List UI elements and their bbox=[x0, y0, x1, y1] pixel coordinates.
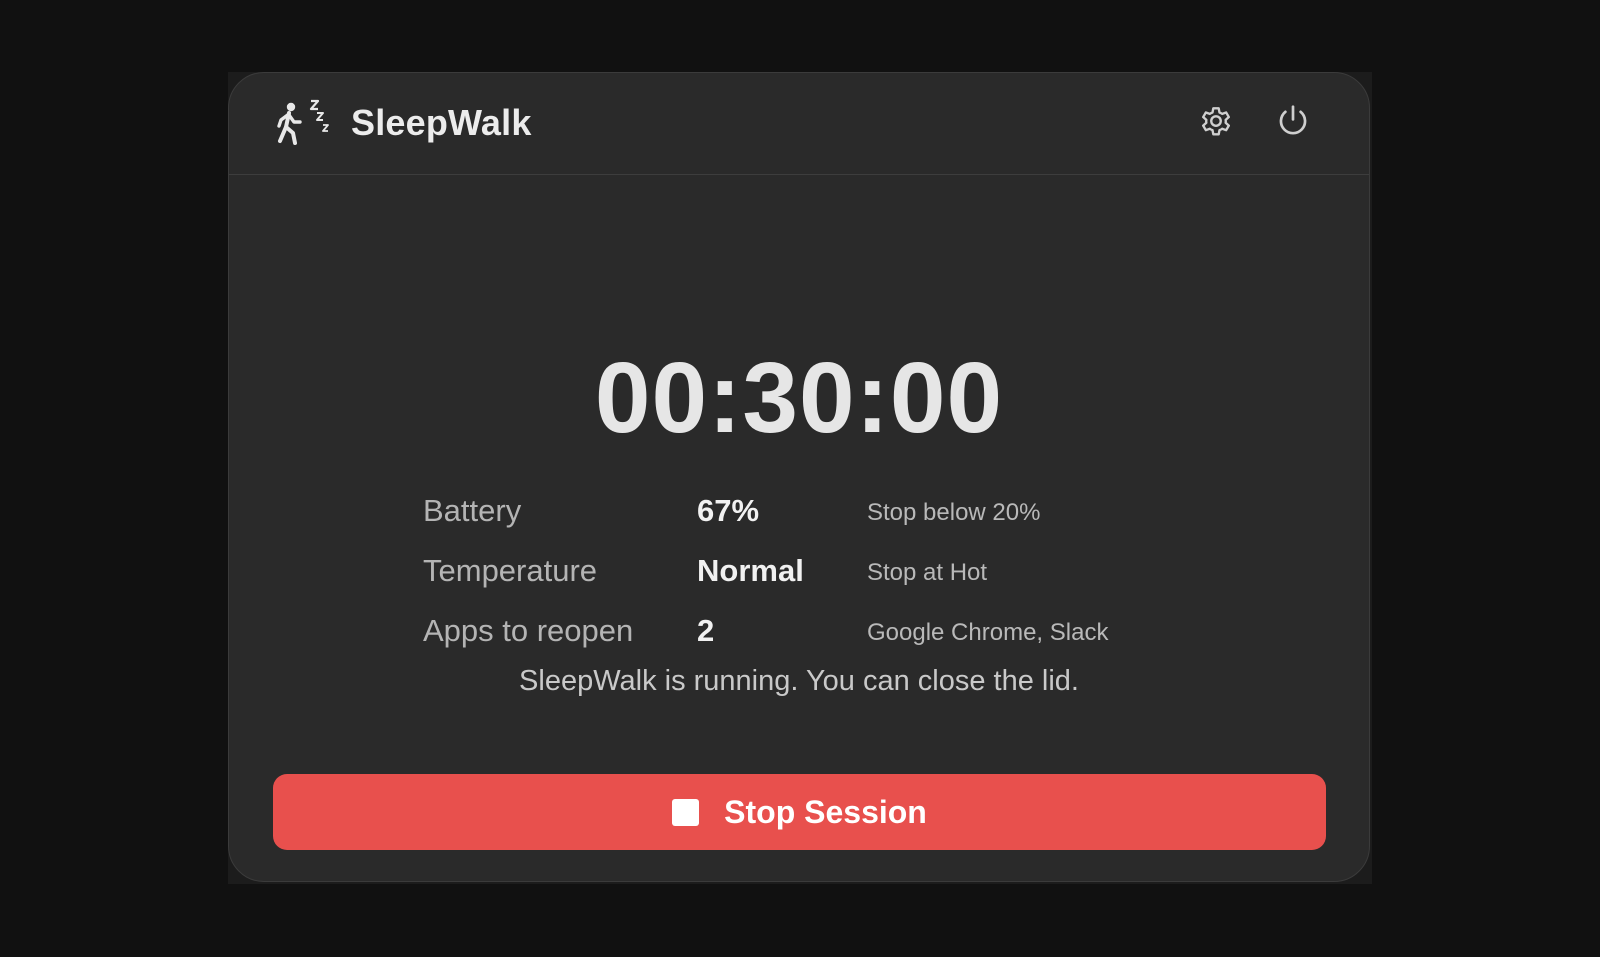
walking-person-zzz-icon bbox=[275, 99, 333, 147]
panel-header: SleepWalk bbox=[229, 73, 1369, 175]
stat-note: Stop below 20% bbox=[867, 499, 1041, 526]
status-message: SleepWalk is running. You can close the … bbox=[519, 665, 1079, 697]
stat-note: Google Chrome, Slack bbox=[867, 619, 1109, 646]
session-stats: Battery 67% Stop below 20% Temperature N… bbox=[423, 491, 1183, 671]
stop-square-icon bbox=[672, 798, 700, 826]
stat-value: 2 bbox=[697, 613, 715, 648]
stop-session-button[interactable]: Stop Session bbox=[273, 774, 1326, 850]
session-timer: 00:30:00 bbox=[594, 342, 1004, 454]
stat-note: Stop at Hot bbox=[867, 559, 988, 586]
stop-session-label: Stop Session bbox=[724, 794, 927, 830]
stat-label: Battery bbox=[423, 493, 522, 528]
stat-label: Temperature bbox=[423, 553, 598, 588]
stat-row-battery: Battery 67% Stop below 20% bbox=[423, 491, 1183, 551]
quit-button[interactable] bbox=[1271, 101, 1315, 145]
settings-button[interactable] bbox=[1194, 101, 1238, 145]
power-icon bbox=[1274, 102, 1312, 145]
app-title: SleepWalk bbox=[351, 102, 532, 143]
stat-label: Apps to reopen bbox=[423, 613, 634, 648]
stat-row-temperature: Temperature Normal Stop at Hot bbox=[423, 551, 1183, 611]
sleepwalk-panel: SleepWalk 00:30:00 Battery 67% Stop belo… bbox=[228, 72, 1370, 882]
stat-value: Normal bbox=[697, 553, 804, 588]
gear-icon bbox=[1197, 102, 1235, 145]
screen: SleepWalk 00:30:00 Battery 67% Stop belo… bbox=[0, 0, 1600, 957]
stat-value: 67% bbox=[697, 493, 760, 528]
